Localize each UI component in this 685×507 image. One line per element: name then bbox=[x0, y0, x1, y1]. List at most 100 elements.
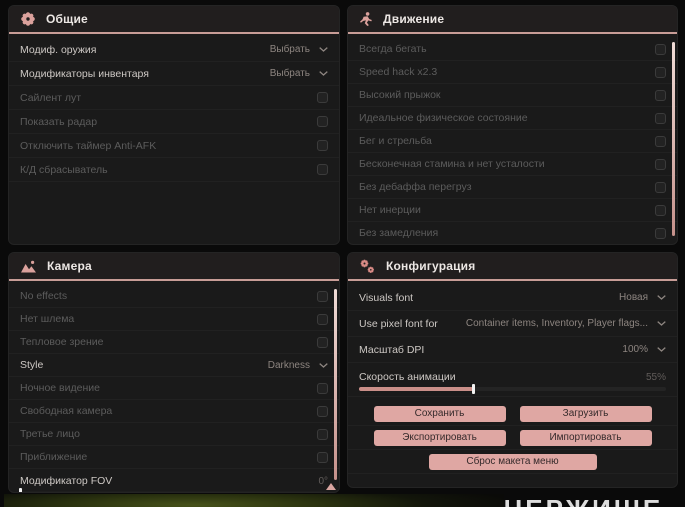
animation-speed-value: 55% bbox=[645, 371, 666, 383]
panel-title: Общие bbox=[46, 12, 88, 26]
visuals-font-dropdown[interactable]: Новая bbox=[619, 292, 666, 303]
row-label: Сайлент лут bbox=[20, 91, 82, 104]
export-button[interactable]: Экспортировать bbox=[373, 429, 506, 446]
row-label: Speed hack x2.3 bbox=[359, 66, 438, 78]
row-high-jump: Высокий прыжок bbox=[348, 84, 677, 107]
cooldown-reset-checkbox[interactable] bbox=[317, 164, 328, 175]
animation-speed-slider[interactable] bbox=[359, 384, 666, 394]
row-infinite-stamina: Бесконечная стамина и нет усталости bbox=[348, 153, 677, 176]
row-perfect-condition: Идеальное физическое состояние bbox=[348, 107, 677, 130]
row-no-slowdown: Без замедления bbox=[348, 222, 677, 244]
flower-gear-icon bbox=[21, 12, 35, 26]
panel-movement: Движение Всегда бегать Speed hack x2.3 В… bbox=[347, 5, 678, 245]
scrollbar[interactable] bbox=[334, 289, 337, 480]
anti-afk-checkbox[interactable] bbox=[317, 140, 328, 151]
no-inertia-checkbox[interactable] bbox=[655, 204, 666, 216]
row-label: Visuals font bbox=[359, 291, 414, 304]
chevron-down-icon bbox=[657, 295, 666, 300]
row-label: Масштаб DPI bbox=[359, 343, 425, 356]
panel-movement-header[interactable]: Движение bbox=[348, 6, 677, 34]
row-label: Приближение bbox=[20, 451, 88, 463]
panel-title: Камера bbox=[47, 259, 92, 273]
chevron-down-icon bbox=[319, 47, 328, 52]
third-person-checkbox[interactable] bbox=[317, 428, 328, 440]
inventory-mods-dropdown[interactable]: Выбрать bbox=[270, 68, 328, 79]
row-label: Скорость анимации bbox=[359, 371, 456, 383]
pixel-font-dropdown[interactable]: Container items, Inventory, Player flags… bbox=[466, 318, 666, 329]
row-zoom: Приближение bbox=[9, 446, 339, 469]
panel-config-header[interactable]: Конфигурация bbox=[348, 253, 677, 281]
row-label: Style bbox=[20, 359, 44, 371]
row-label: Показать радар bbox=[20, 115, 98, 128]
save-button[interactable]: Сохранить bbox=[373, 405, 506, 422]
row-weapon-mod: Модиф. оружия Выбрать bbox=[9, 38, 339, 62]
row-label: Модиф. оружия bbox=[20, 43, 97, 56]
dropdown-value: Darkness bbox=[267, 359, 310, 371]
row-no-inertia: Нет инерции bbox=[348, 199, 677, 222]
animation-speed-slider-thumb[interactable] bbox=[471, 384, 475, 394]
fov-slider[interactable] bbox=[19, 488, 328, 492]
row-free-camera: Свободная камера bbox=[9, 400, 339, 423]
run-and-gun-checkbox[interactable] bbox=[655, 135, 666, 147]
row-third-person: Третье лицо bbox=[9, 423, 339, 446]
weapon-mod-dropdown[interactable]: Выбрать bbox=[270, 44, 328, 55]
scrollbar[interactable] bbox=[672, 42, 675, 236]
style-dropdown[interactable]: Darkness bbox=[268, 360, 328, 371]
row-no-helmet: Нет шлема bbox=[9, 308, 339, 331]
zoom-checkbox[interactable] bbox=[317, 451, 328, 463]
no-slowdown-checkbox[interactable] bbox=[655, 227, 666, 239]
chevron-down-icon bbox=[319, 71, 328, 76]
no-helmet-checkbox[interactable] bbox=[317, 313, 328, 325]
runner-icon bbox=[360, 12, 372, 26]
row-inventory-mods: Модификаторы инвентаря Выбрать bbox=[9, 62, 339, 86]
row-label: Ночное видение bbox=[20, 382, 100, 394]
show-radar-checkbox[interactable] bbox=[317, 116, 328, 127]
row-no-overload-debuff: Без дебаффа перегруз bbox=[348, 176, 677, 199]
panel-camera-header[interactable]: Камера bbox=[9, 253, 339, 281]
button-row: Сброс макета меню bbox=[348, 450, 677, 474]
dropdown-value: Container items, Inventory, Player flags… bbox=[465, 318, 648, 329]
row-label: Третье лицо bbox=[20, 428, 80, 440]
high-jump-checkbox[interactable] bbox=[655, 89, 666, 101]
watermark-text: ЧЕРЖИШЕ bbox=[504, 494, 663, 507]
row-visuals-font: Visuals font Новая bbox=[348, 285, 677, 311]
row-style: Style Darkness bbox=[9, 354, 339, 377]
dropdown-value: Выбрать bbox=[269, 44, 310, 55]
night-vision-checkbox[interactable] bbox=[317, 382, 328, 394]
chevron-down-icon bbox=[657, 321, 666, 326]
row-label: No effects bbox=[20, 290, 68, 302]
panel-general-header[interactable]: Общие bbox=[9, 6, 339, 34]
dropdown-value: 100% bbox=[622, 344, 648, 355]
row-label: Тепловое зрение bbox=[20, 336, 104, 348]
row-pixel-font: Use pixel font for Container items, Inve… bbox=[348, 311, 677, 337]
image-icon bbox=[21, 260, 36, 273]
row-fov-modifier: Модификатор FOV 0° bbox=[9, 469, 339, 492]
always-run-checkbox[interactable] bbox=[655, 43, 666, 55]
button-row: Экспортировать Импортировать bbox=[348, 426, 677, 450]
free-camera-checkbox[interactable] bbox=[317, 405, 328, 417]
row-cooldown-reset: К/Д сбрасыватель bbox=[9, 158, 339, 182]
row-anti-afk: Отключить таймер Anti-AFK bbox=[9, 134, 339, 158]
silent-loot-checkbox[interactable] bbox=[317, 92, 328, 103]
no-effects-checkbox[interactable] bbox=[317, 290, 328, 302]
panel-title: Конфигурация bbox=[386, 259, 476, 273]
row-label: Свободная камера bbox=[20, 405, 113, 417]
row-label: Отключить таймер Anti-AFK bbox=[20, 139, 157, 152]
fov-slider-thumb[interactable] bbox=[19, 488, 22, 492]
speed-hack-checkbox[interactable] bbox=[655, 66, 666, 78]
row-label: Без дебаффа перегруз bbox=[359, 181, 472, 193]
cheat-menu-overlay: Общие Модиф. оружия Выбрать Модификаторы… bbox=[0, 0, 685, 507]
perfect-condition-checkbox[interactable] bbox=[655, 112, 666, 124]
import-button[interactable]: Импортировать bbox=[519, 429, 652, 446]
reset-menu-layout-button[interactable]: Сброс макета меню bbox=[428, 453, 597, 470]
load-button[interactable]: Загрузить bbox=[519, 405, 652, 422]
chevron-down-icon bbox=[319, 362, 328, 368]
no-overload-debuff-checkbox[interactable] bbox=[655, 181, 666, 193]
resize-grip-icon[interactable] bbox=[326, 483, 336, 490]
row-label: Всегда бегать bbox=[359, 43, 427, 55]
infinite-stamina-checkbox[interactable] bbox=[655, 158, 666, 170]
panel-general: Общие Модиф. оружия Выбрать Модификаторы… bbox=[8, 5, 340, 245]
row-always-run: Всегда бегать bbox=[348, 38, 677, 61]
thermal-vision-checkbox[interactable] bbox=[317, 336, 328, 348]
dpi-scale-dropdown[interactable]: 100% bbox=[622, 344, 666, 355]
